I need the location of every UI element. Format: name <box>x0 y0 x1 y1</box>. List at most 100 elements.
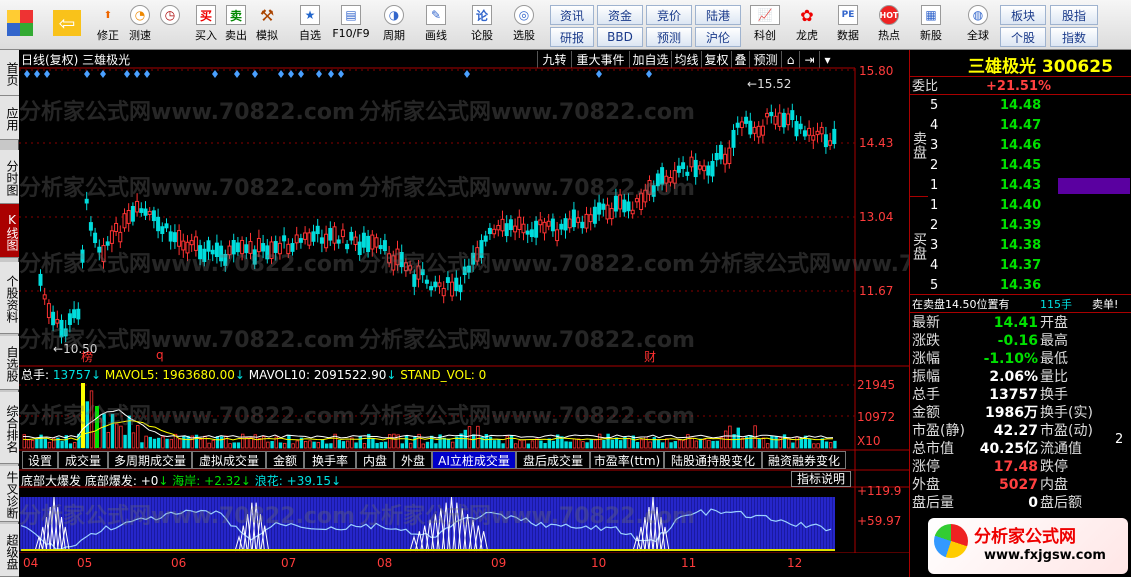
hot-button[interactable]: HOT 热点 <box>869 0 909 43</box>
side-tab-watchlist[interactable]: 自选股 <box>0 336 19 390</box>
bid-row[interactable]: 4 14.37 <box>910 256 1131 275</box>
stat-label-right: 最高 <box>1040 333 1068 349</box>
panel-lugang-button[interactable]: 陆港 <box>695 5 741 25</box>
longhu-button[interactable]: ✿ 龙虎 <box>787 0 827 43</box>
hot-icon: HOT <box>879 5 899 25</box>
event-marker-cai[interactable]: 财 <box>644 348 656 365</box>
ask-row[interactable]: 5 14.48 <box>910 96 1131 115</box>
lun-gu-button[interactable]: 论 论股 <box>466 0 498 43</box>
side-tab-home[interactable]: 首页 <box>0 50 19 96</box>
buy-label: 买入 <box>195 29 217 42</box>
bid-row[interactable]: 1 14.40 <box>910 196 1131 215</box>
simulate-button[interactable]: ⚒ 模拟 <box>252 0 282 43</box>
clock-button[interactable]: ◷ <box>156 0 184 27</box>
lun-icon: 论 <box>472 5 492 25</box>
vol-tab-margin[interactable]: 融资融券变化 <box>762 451 846 469</box>
trend-chart-icon: 📈 <box>750 5 780 25</box>
panel-jingjia-button[interactable]: 竞价 <box>646 5 692 25</box>
panel-zixun-button[interactable]: 资讯 <box>550 5 594 25</box>
bankuai-button[interactable]: 板块 <box>1000 5 1046 25</box>
side-tab-profile[interactable]: 个股资料 <box>0 262 19 334</box>
total-value: 13757 <box>52 368 92 382</box>
vol-tab-virtual[interactable]: 虚拟成交量 <box>192 451 266 469</box>
panel-yanbao-button[interactable]: 研报 <box>550 27 594 47</box>
price: 14.46 <box>1000 138 1042 153</box>
stat-label: 涨跌 <box>912 333 940 349</box>
side-tab-intraday[interactable]: 分时图 <box>0 150 19 204</box>
indicator-title: 底部大爆发 <box>21 474 82 488</box>
panel-zijin-button[interactable]: 资金 <box>597 5 643 25</box>
speedtest-button[interactable]: ◔ 测速 <box>126 0 154 43</box>
vol-tab-outer[interactable]: 外盘 <box>394 451 432 469</box>
stat-row: 盘后量 0 盘后额 <box>910 494 1131 513</box>
ask-row[interactable]: 1 14.43 <box>910 176 1131 195</box>
stat-label: 总手 <box>912 387 940 403</box>
bid-row[interactable]: 2 14.39 <box>910 216 1131 235</box>
keke-button[interactable]: 📈 科创 <box>745 0 785 43</box>
ask-row[interactable]: 4 14.47 <box>910 116 1131 135</box>
stat-value: 14.41 <box>993 315 1038 331</box>
side-tab-kline[interactable]: K线图 <box>0 204 19 258</box>
x-tick: 11 <box>681 556 697 570</box>
down-arrow-icon: ↓ <box>91 368 105 382</box>
bid-row[interactable]: 3 14.38 <box>910 236 1131 255</box>
stat-label-right: 内盘 <box>1040 477 1068 493</box>
zhishu-button[interactable]: 指数 <box>1050 27 1098 47</box>
vol-tab-volume[interactable]: 成交量 <box>58 451 108 469</box>
indicator-plot <box>20 496 835 552</box>
draw-line-button[interactable]: ✎ 画线 <box>418 0 454 43</box>
sell-button[interactable]: 卖 卖出 <box>222 0 250 43</box>
stat-label: 金额 <box>912 405 940 421</box>
xuan-gu-label: 选股 <box>513 29 535 42</box>
global-button[interactable]: ◍ 全球 <box>958 0 998 43</box>
data-button[interactable]: PE 数据 <box>829 0 867 43</box>
new-stock-button[interactable]: ▦ 新股 <box>911 0 951 43</box>
side-tab-super[interactable]: 超级盘 <box>0 524 19 577</box>
panel-hulun-button[interactable]: 沪伦 <box>695 27 741 47</box>
stat-value: 17.48 <box>993 459 1038 475</box>
xuan-gu-button[interactable]: ◎ 选股 <box>504 0 544 43</box>
ask-row[interactable]: 2 14.45 <box>910 156 1131 175</box>
period-clock-icon: ◑ <box>384 5 404 25</box>
star-folder-icon: ★ <box>300 5 320 25</box>
mavol5-label: MAVOL5: <box>104 368 163 382</box>
stat-label: 盘后量 <box>912 495 954 511</box>
back-button[interactable]: ⇦ <box>48 0 86 38</box>
level: 5 <box>930 98 939 113</box>
x-tick: 05 <box>77 556 93 570</box>
repair-button[interactable]: ⬆ 修正 <box>92 0 124 43</box>
side-tab-diagnosis[interactable]: 牛叉诊断 <box>0 466 19 522</box>
vol-tab-inner[interactable]: 内盘 <box>356 451 394 469</box>
price: 14.40 <box>1000 198 1042 213</box>
vol-tab-hk-connect[interactable]: 陆股通持股变化 <box>664 451 762 469</box>
guzhi-button[interactable]: 股指 <box>1050 5 1098 25</box>
ask-row[interactable]: 3 14.46 <box>910 136 1131 155</box>
panel-bbd-button[interactable]: BBD <box>597 27 643 47</box>
period-button[interactable]: ◑ 周期 <box>376 0 412 43</box>
vol-tab-after-hours[interactable]: 盘后成交量 <box>516 451 590 469</box>
vol-tick-1: 21945 <box>857 378 896 392</box>
buy-button[interactable]: 买 买入 <box>192 0 220 43</box>
indicator-p1: +0 <box>140 474 159 488</box>
vol-tab-pe[interactable]: 市盈率(ttm) <box>590 451 664 469</box>
stock-name: 三雄极光 <box>968 57 1036 77</box>
windows-logo-icon[interactable] <box>3 0 37 38</box>
vol-tab-turnover[interactable]: 换手率 <box>304 451 356 469</box>
period-label: 周期 <box>383 29 405 42</box>
alert-text: 在卖盘14.50位置有 <box>912 298 1010 311</box>
self-select-button[interactable]: ★ 自选 <box>292 0 328 43</box>
indicator-help-button[interactable]: 指标说明 <box>791 471 851 487</box>
side-tab-ranking[interactable]: 综合排名 <box>0 392 19 464</box>
f10-button[interactable]: ▤ F10/F9 <box>330 0 372 40</box>
panel-yuce-button[interactable]: 预测 <box>646 27 692 47</box>
vol-tab-amount[interactable]: 金额 <box>266 451 304 469</box>
vol-tab-settings[interactable]: 设置 <box>22 451 58 469</box>
alert-volume: 115手 <box>1040 298 1072 311</box>
vol-tab-ai[interactable]: AI立桩成交量 <box>432 451 516 469</box>
vol-tab-multi-period[interactable]: 多周期成交量 <box>108 451 192 469</box>
event-marker-bang[interactable]: 榜 <box>81 348 93 365</box>
gegu-button[interactable]: 个股 <box>1000 27 1046 47</box>
bid-row[interactable]: 5 14.36 <box>910 276 1131 295</box>
side-tab-apps[interactable]: 应用 <box>0 96 19 140</box>
event-marker-q[interactable]: q <box>156 348 164 362</box>
